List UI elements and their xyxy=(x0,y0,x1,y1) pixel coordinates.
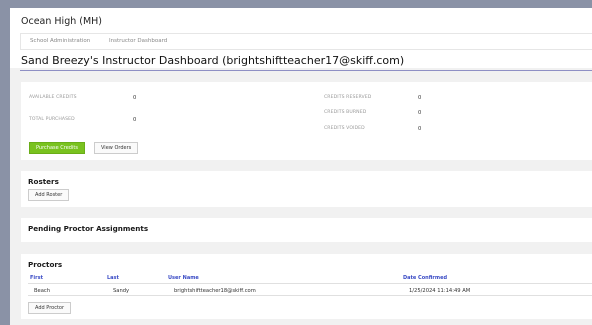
credits-voided-label: CREDITS VOIDED xyxy=(324,126,365,131)
proctor-date-confirmed: 1/25/2024 11:14:49 AM xyxy=(409,288,471,294)
rosters-heading: Rosters xyxy=(28,177,59,186)
credits-voided-value: 0 xyxy=(418,126,422,132)
pending-proctor-heading: Pending Proctor Assignments xyxy=(28,224,149,233)
column-header-last[interactable]: Last xyxy=(107,275,119,281)
column-header-date-confirmed[interactable]: Date Confirmed xyxy=(403,275,447,281)
total-purchased-value: 0 xyxy=(133,117,137,123)
proctor-first-name: Beach xyxy=(34,288,51,294)
nav-school-administration[interactable]: School Administration xyxy=(30,38,90,44)
credits-burned-label: CREDITS BURNED xyxy=(324,110,367,115)
purchase-credits-button[interactable]: Purchase Credits xyxy=(29,142,85,154)
add-roster-button[interactable]: Add Roster xyxy=(28,189,70,201)
header-divider xyxy=(20,70,592,71)
column-header-first[interactable]: First xyxy=(30,275,43,281)
total-purchased-label: TOTAL PURCHASED xyxy=(29,117,75,122)
add-proctor-button[interactable]: Add Proctor xyxy=(28,302,72,314)
school-name: Ocean High (MH) xyxy=(21,16,103,27)
column-header-user-name[interactable]: User Name xyxy=(168,275,199,281)
available-credits-label: AVAILABLE CREDITS xyxy=(29,95,77,100)
proctors-panel: Proctors First Last User Name Date Confi… xyxy=(21,254,592,319)
available-credits-value: 0 xyxy=(133,95,137,101)
pending-proctor-panel: Pending Proctor Assignments xyxy=(21,218,592,242)
rosters-panel: Rosters Add Roster xyxy=(21,171,592,207)
proctor-username: brightshiftteacher18@skiff.com xyxy=(174,288,256,294)
proctor-last-name: Sandy xyxy=(113,288,130,294)
page-header: Ocean High (MH) School Administration In… xyxy=(10,8,592,68)
credits-reserved-value: 0 xyxy=(418,95,422,101)
view-orders-button[interactable]: View Orders xyxy=(94,142,139,154)
credits-reserved-label: CREDITS RESERVED xyxy=(324,95,372,100)
credits-burned-value: 0 xyxy=(418,110,422,116)
proctors-heading: Proctors xyxy=(28,260,63,269)
credits-panel: AVAILABLE CREDITS 0 TOTAL PURCHASED 0 CR… xyxy=(21,82,592,160)
table-row: Beach Sandy brightshiftteacher18@skiff.c… xyxy=(28,283,592,296)
nav-instructor-dashboard[interactable]: Instructor Dashboard xyxy=(109,38,167,44)
app-window: Ocean High (MH) School Administration In… xyxy=(10,8,592,325)
breadcrumb-nav: School Administration Instructor Dashboa… xyxy=(20,33,592,50)
page-title: Sand Breezy's Instructor Dashboard (brig… xyxy=(21,54,405,67)
